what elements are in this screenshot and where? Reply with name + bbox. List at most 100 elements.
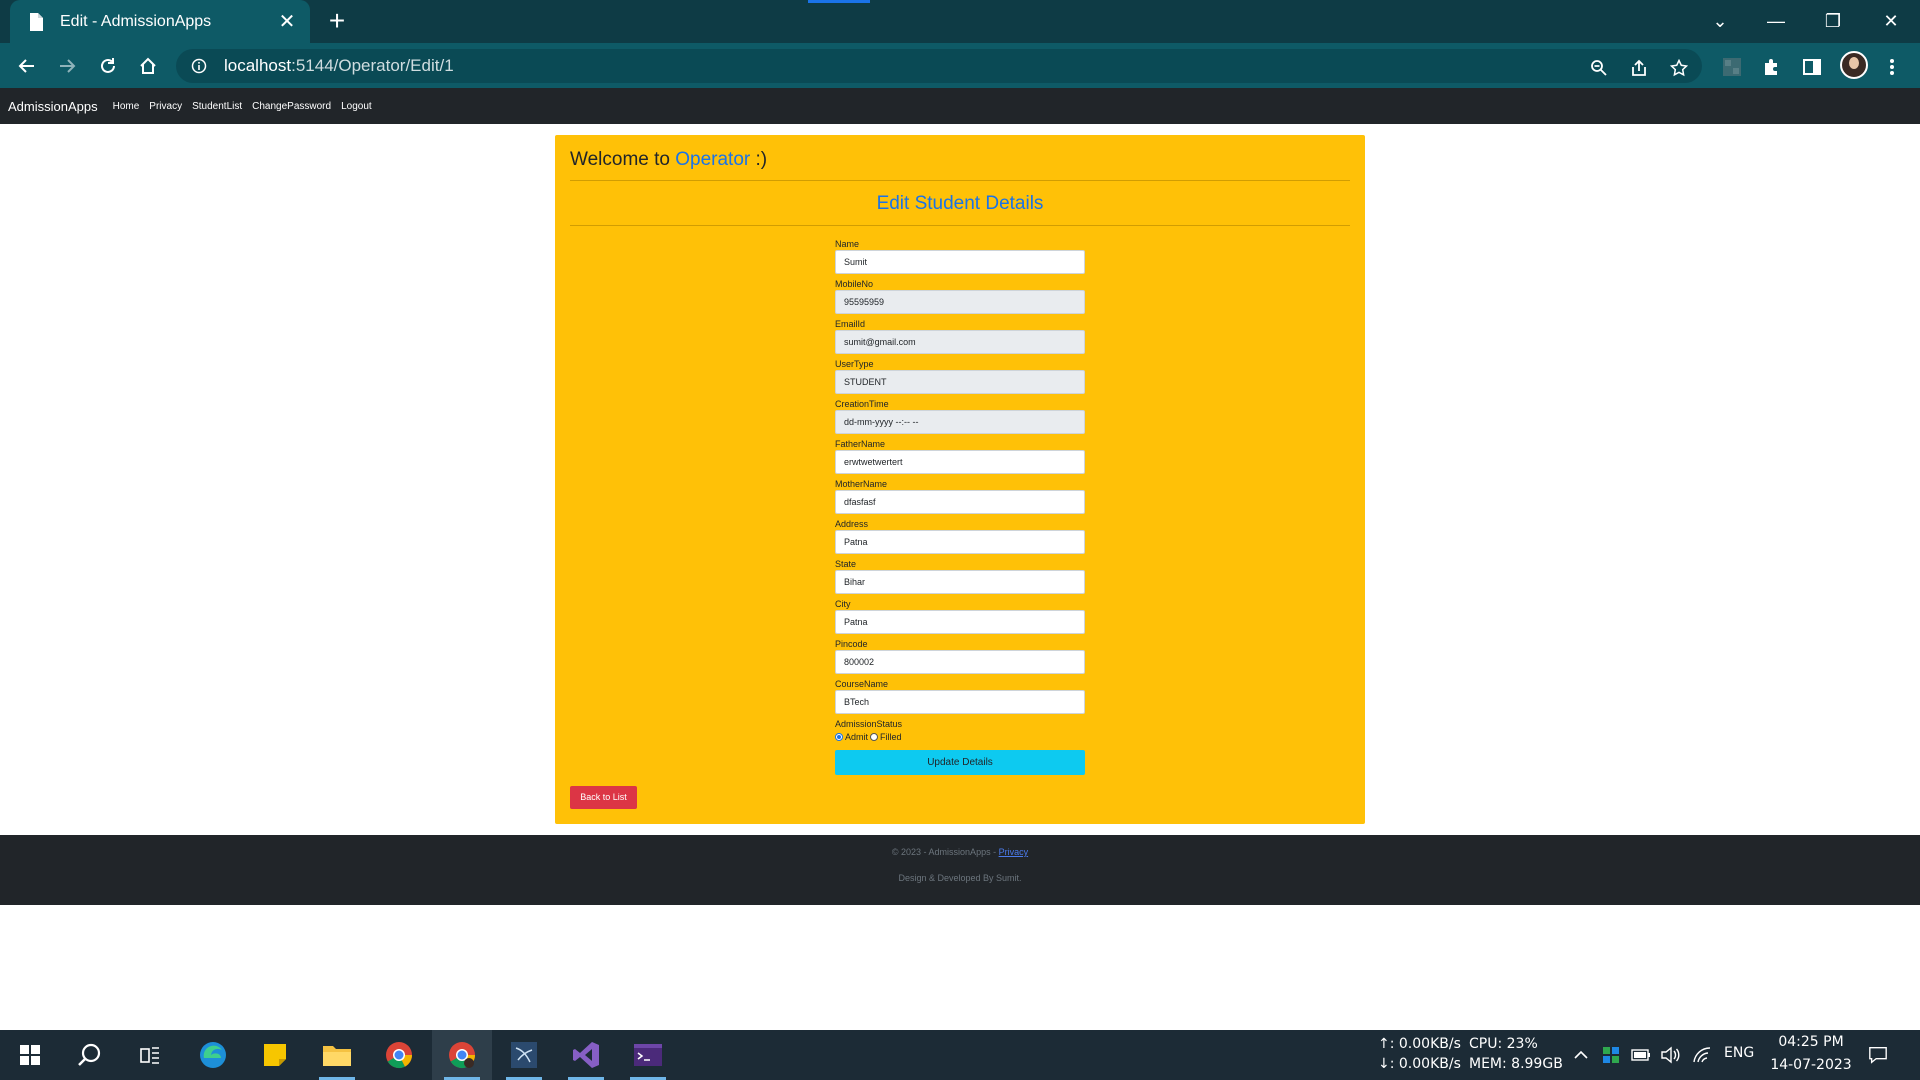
url-host: localhost	[224, 56, 292, 75]
page-icon	[26, 11, 46, 33]
kebab-menu-icon[interactable]	[1880, 55, 1904, 79]
nav-link-studentlist[interactable]: StudentList	[192, 101, 242, 112]
welcome-heading: Welcome to Operator :)	[570, 149, 767, 171]
memory-usage: MEM: 8.99GB	[1469, 1056, 1563, 1072]
pincode-field[interactable]: 800002	[835, 650, 1085, 674]
mobileno-label: MobileNo	[835, 279, 874, 289]
coursename-field[interactable]: BTech	[835, 690, 1085, 714]
sticky-notes-icon[interactable]	[245, 1030, 305, 1080]
fathername-label: FatherName	[835, 439, 886, 449]
nav-link-home[interactable]: Home	[113, 101, 140, 112]
site-footer: © 2023 - AdmissionApps - Privacy Design …	[0, 835, 1920, 905]
mobileno-field[interactable]: 95595959	[835, 290, 1085, 314]
city-label: City	[835, 599, 851, 609]
browser-toolbar: localhost:5144/Operator/Edit/1	[0, 43, 1920, 88]
chrome-profile-icon[interactable]	[432, 1030, 492, 1080]
admit-radio[interactable]	[835, 733, 843, 741]
nav-link-changepassword[interactable]: ChangePassword	[252, 101, 331, 112]
new-tab-button[interactable]: +	[320, 6, 354, 38]
pincode-label: Pincode	[835, 639, 868, 649]
chrome-icon[interactable]	[369, 1030, 429, 1080]
wifi-icon[interactable]	[1692, 1045, 1712, 1065]
nav-link-privacy[interactable]: Privacy	[149, 101, 182, 112]
admissionstatus-radio-group: Admit Filled	[835, 730, 1085, 744]
site-info-icon[interactable]	[190, 57, 208, 75]
fathername-field[interactable]: erwtwetwertert	[835, 450, 1085, 474]
nav-link-logout[interactable]: Logout	[341, 101, 372, 112]
reload-icon[interactable]	[93, 51, 123, 81]
defender-shield-icon[interactable]	[1601, 1045, 1621, 1065]
clock-date[interactable]: 14-07-2023	[1768, 1057, 1854, 1073]
student-edit-form: Name Sumit MobileNo 95595959 EmailId sum…	[835, 238, 1085, 744]
update-details-button[interactable]: Update Details	[835, 750, 1085, 775]
minimize-button[interactable]: —	[1756, 6, 1796, 36]
search-icon[interactable]	[60, 1030, 120, 1080]
browser-tab-bar: Edit - AdmissionApps ✕ + ⌄ — ❐ ✕	[0, 0, 1920, 43]
filled-radio-label: Filled	[880, 732, 902, 742]
windows-start-icon[interactable]	[0, 1030, 60, 1080]
site-navbar: AdmissionApps Home Privacy StudentList C…	[0, 88, 1920, 124]
footer-privacy-link[interactable]: Privacy	[999, 847, 1029, 857]
zoom-icon[interactable]	[1588, 57, 1610, 79]
close-tab-icon[interactable]: ✕	[272, 9, 302, 34]
profile-avatar[interactable]	[1840, 51, 1868, 79]
page-title: Edit Student Details	[876, 193, 1044, 214]
address-field[interactable]: Patna	[835, 530, 1085, 554]
side-panel-icon[interactable]	[1800, 55, 1824, 79]
emailid-label: EmailId	[835, 319, 866, 329]
restore-button[interactable]: ❐	[1813, 6, 1853, 36]
extensions-puzzle-icon[interactable]	[1760, 55, 1784, 79]
divider	[570, 180, 1350, 181]
url-path: :5144/Operator/Edit/1	[291, 56, 454, 75]
mothername-field[interactable]: dfasfasf	[835, 490, 1085, 514]
brand-link[interactable]: AdmissionApps	[8, 99, 98, 114]
footer-copyright: © 2023 - AdmissionApps -	[891, 847, 997, 857]
volume-icon[interactable]	[1660, 1045, 1680, 1065]
creationtime-label: CreationTime	[835, 399, 889, 409]
mothername-label: MotherName	[835, 479, 888, 489]
usertype-field[interactable]: STUDENT	[835, 370, 1085, 394]
show-hidden-icons-icon[interactable]	[1571, 1045, 1591, 1065]
back-arrow-icon[interactable]	[12, 51, 42, 81]
battery-icon[interactable]	[1631, 1045, 1651, 1065]
creationtime-field[interactable]: dd-mm-yyyy --:-- --	[835, 410, 1085, 434]
notification-center-icon[interactable]	[1868, 1045, 1888, 1065]
back-to-list-button[interactable]: Back to List	[570, 786, 637, 809]
task-view-icon[interactable]	[120, 1030, 180, 1080]
emailid-field[interactable]: sumit@gmail.com	[835, 330, 1085, 354]
usertype-label: UserType	[835, 359, 874, 369]
filled-radio[interactable]	[870, 733, 879, 741]
footer-copyright-line: © 2023 - AdmissionApps - Privacy	[0, 847, 1920, 857]
close-window-button[interactable]: ✕	[1871, 6, 1911, 36]
extension-tile-icon[interactable]	[1720, 55, 1744, 79]
home-icon[interactable]	[133, 51, 163, 81]
coursename-label: CourseName	[835, 679, 889, 689]
city-field[interactable]: Patna	[835, 610, 1085, 634]
edge-browser-icon[interactable]	[183, 1030, 243, 1080]
clock-time[interactable]: 04:25 PM	[1776, 1034, 1846, 1050]
divider	[570, 225, 1350, 226]
address-bar[interactable]: localhost:5144/Operator/Edit/1	[176, 49, 1702, 83]
name-label: Name	[835, 239, 860, 249]
state-label: State	[835, 559, 857, 569]
forward-arrow-icon[interactable]	[52, 51, 82, 81]
sql-server-icon[interactable]	[494, 1030, 554, 1080]
visual-studio-icon[interactable]	[556, 1030, 616, 1080]
welcome-suffix: :)	[755, 149, 768, 170]
welcome-role: Operator	[675, 149, 751, 170]
tab-search-icon[interactable]: ⌄	[1700, 6, 1740, 36]
file-explorer-icon[interactable]	[307, 1030, 367, 1080]
admissionstatus-label: AdmissionStatus	[835, 719, 903, 729]
welcome-prefix: Welcome to	[570, 149, 670, 170]
terminal-icon[interactable]	[618, 1030, 678, 1080]
edit-student-card: Welcome to Operator :) Edit Student Deta…	[555, 135, 1365, 824]
name-field[interactable]: Sumit	[835, 250, 1085, 274]
bookmark-star-icon[interactable]	[1668, 57, 1690, 79]
tab-strip-accent	[808, 0, 870, 3]
input-language[interactable]: ENG	[1724, 1045, 1754, 1061]
browser-tab[interactable]: Edit - AdmissionApps ✕	[10, 0, 310, 43]
share-icon[interactable]	[1628, 57, 1650, 79]
state-field[interactable]: Bihar	[835, 570, 1085, 594]
footer-credit: Design & Developed By Sumit.	[898, 873, 1022, 883]
cpu-usage: CPU: 23%	[1469, 1036, 1538, 1052]
